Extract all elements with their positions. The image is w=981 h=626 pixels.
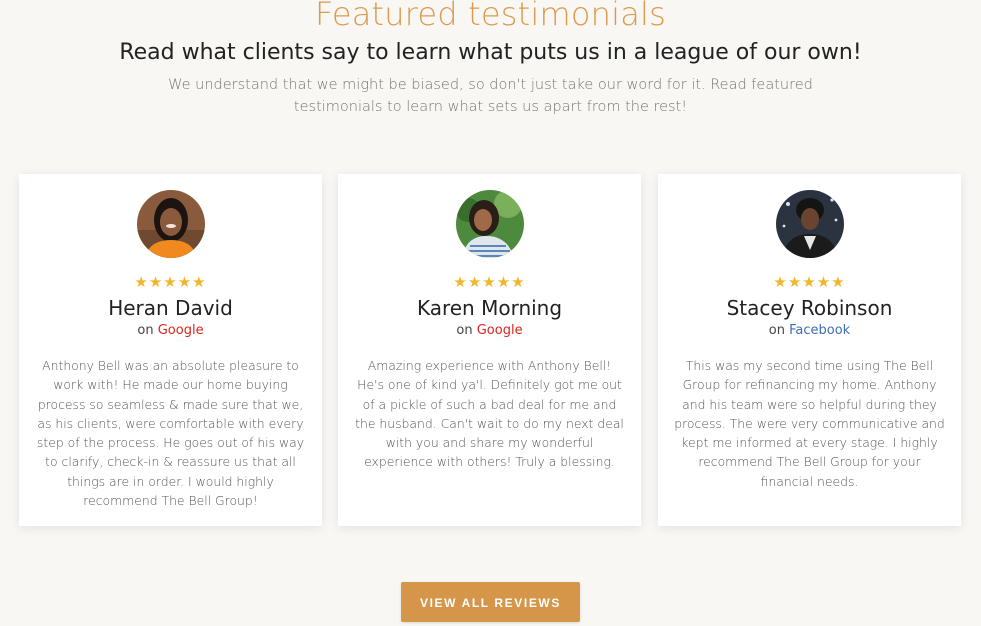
review-text: This was my second time using The Bell G…	[674, 358, 945, 489]
reviewer-name: Heran David	[108, 296, 233, 320]
avatar	[776, 190, 844, 258]
star-rating: ★★★★★	[453, 273, 526, 291]
review-source-prefix: on	[137, 323, 158, 338]
section-subtitle: Read what clients say to learn what puts…	[119, 40, 862, 65]
review-text: Anthony Bell was an absolute pleasure to…	[36, 358, 305, 509]
testimonial-cards: ★★★★★ Heran David on Google Anthony Bell…	[19, 174, 963, 526]
section-title: Featured testimonials	[314, 0, 667, 33]
star-rating: ★★★★★	[773, 273, 846, 291]
review-source: on Google	[19, 322, 322, 340]
review-source-prefix: on	[768, 323, 790, 338]
avatar	[456, 190, 524, 258]
view-all-reviews-button[interactable]: VIEW ALL REVIEWS	[401, 582, 580, 622]
reviewer-name: Stacey Robinson	[726, 296, 893, 320]
review-source-prefix: on	[456, 323, 477, 338]
testimonial-card: ★★★★★ Heran David on Google Anthony Bell…	[19, 174, 322, 526]
testimonial-card: ★★★★★ Stacey Robinson on Facebook This w…	[658, 174, 961, 526]
section-intro: We understand that we might be biased, s…	[168, 77, 813, 115]
review-source: on Google	[338, 322, 641, 340]
review-source: on Facebook	[658, 322, 961, 340]
review-text: Amazing experience with Anthony Bell! He…	[355, 358, 624, 470]
star-rating: ★★★★★	[134, 273, 207, 291]
testimonial-card: ★★★★★ Karen Morning on Google Amazing ex…	[338, 174, 641, 526]
review-source-link[interactable]: Facebook	[789, 323, 850, 338]
review-source-link[interactable]: Google	[477, 323, 523, 338]
reviewer-name: Karen Morning	[416, 296, 563, 320]
review-source-link[interactable]: Google	[158, 323, 204, 338]
avatar	[137, 190, 205, 258]
